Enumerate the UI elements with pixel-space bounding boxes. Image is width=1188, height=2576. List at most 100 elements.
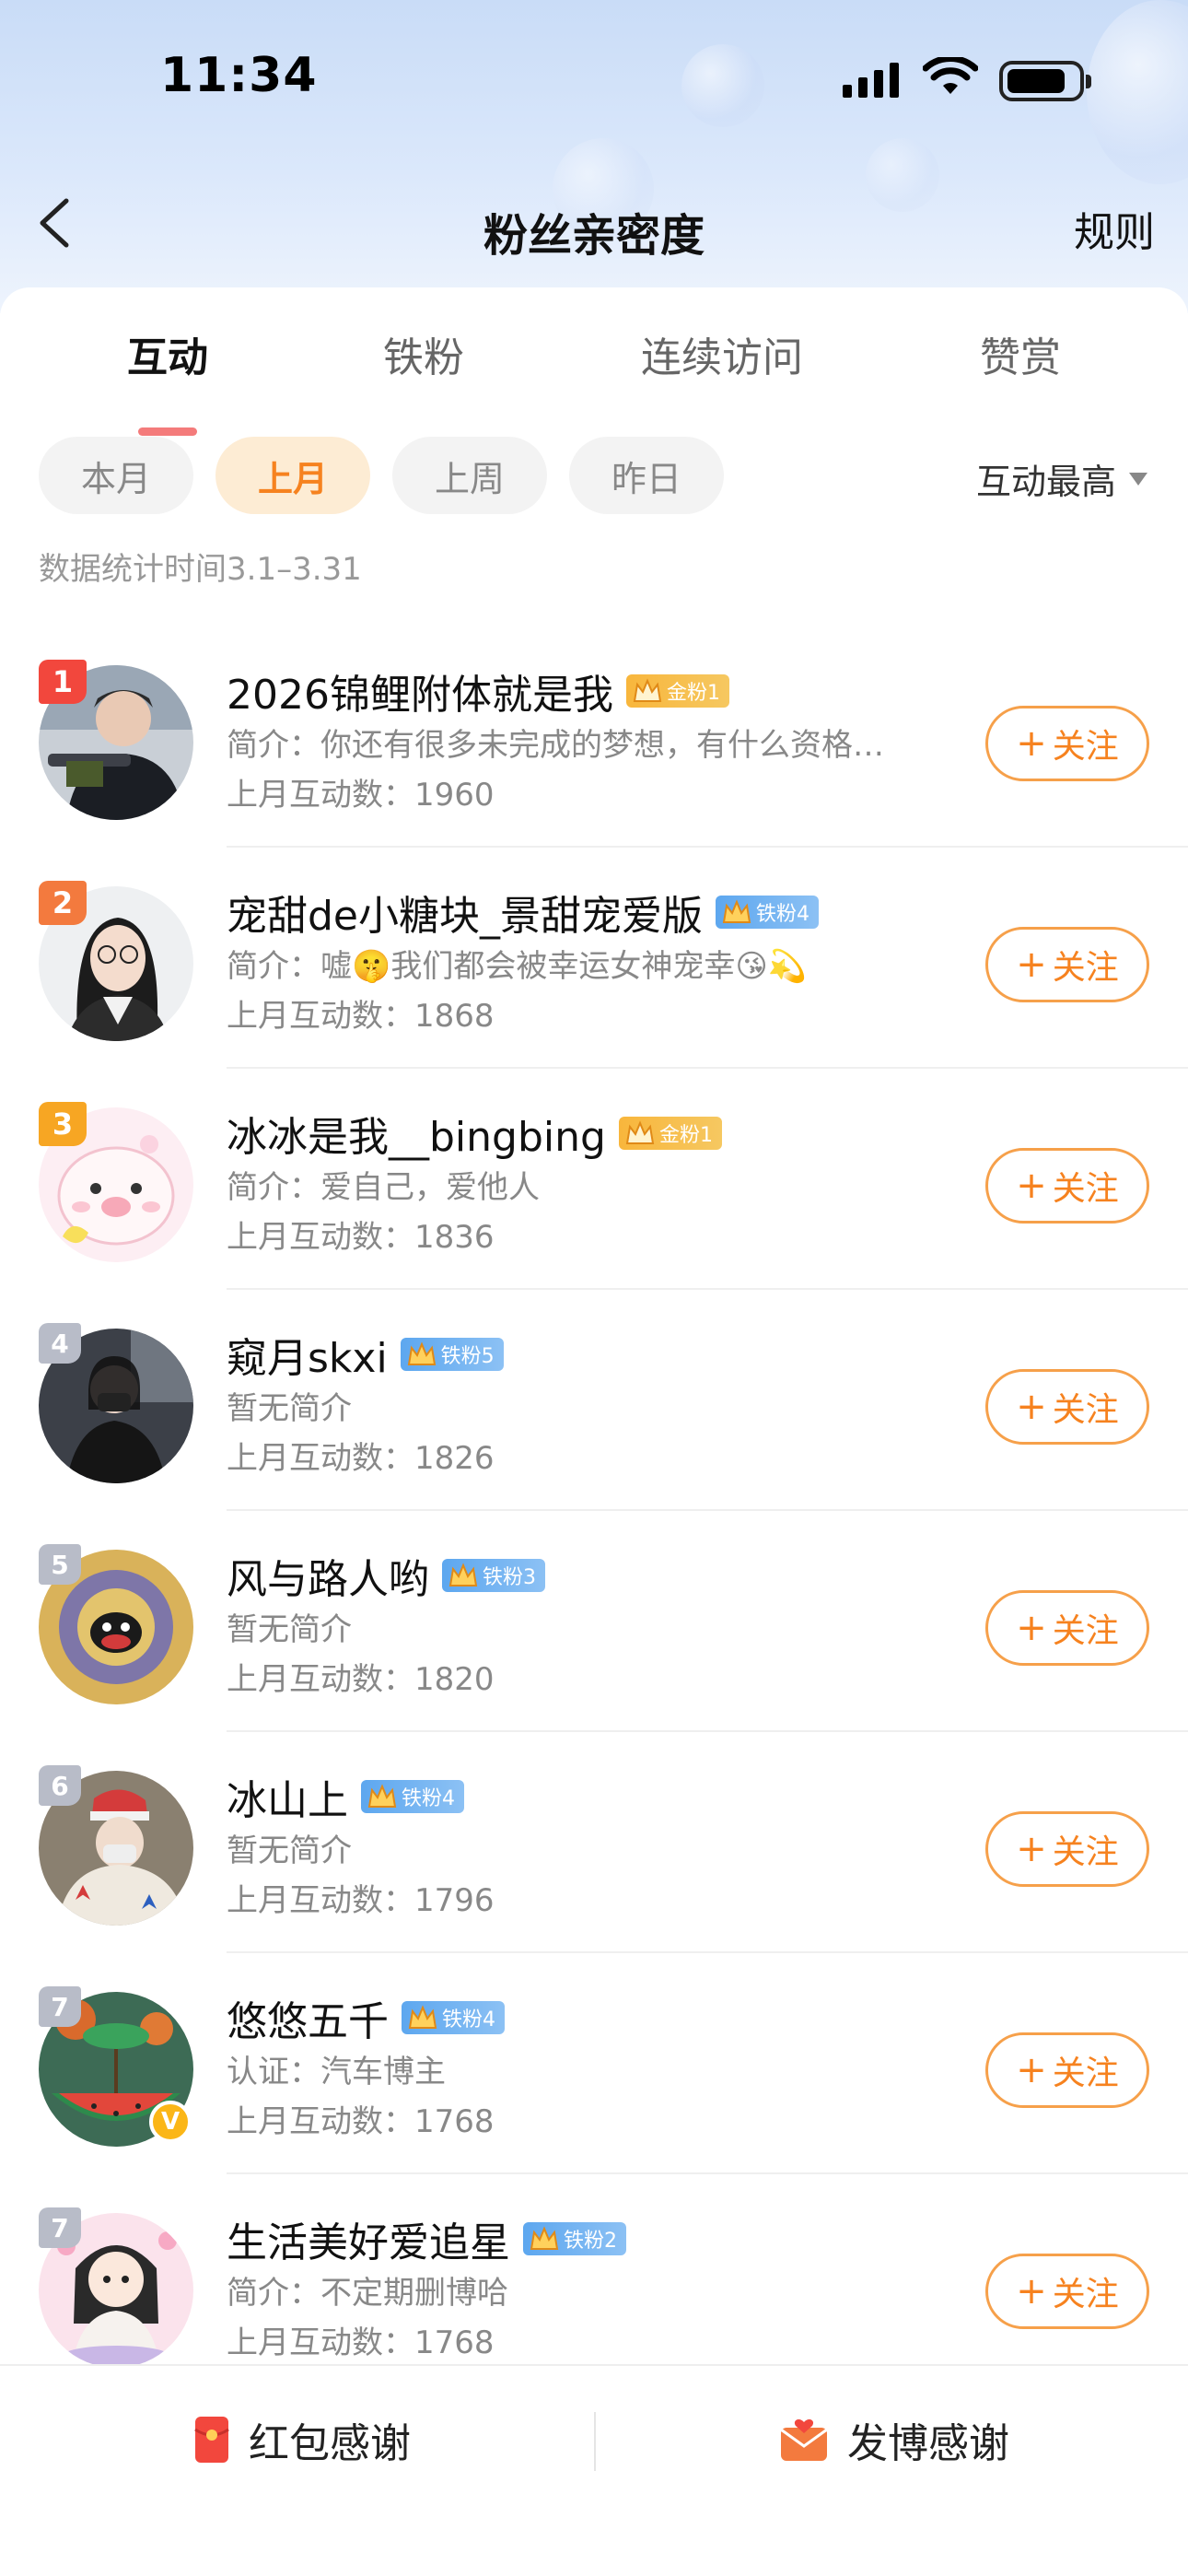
fan-name[interactable]: 2026锦鲤附体就是我 bbox=[227, 662, 613, 720]
badge-label: 金粉1 bbox=[666, 682, 720, 705]
wifi-icon bbox=[923, 57, 978, 94]
fan-intro: 认证：汽车博主 bbox=[227, 2054, 446, 2090]
fan-level-badge: 铁粉4 bbox=[716, 896, 819, 929]
red-envelope-thanks-button[interactable]: 红包感谢 bbox=[193, 2410, 411, 2469]
tab-iron-fans[interactable]: 铁粉 bbox=[383, 324, 464, 383]
list-item[interactable]: 5 风与路人哟 铁粉3 暂无简介 上月互动数：1820 + 关注 bbox=[0, 1511, 1188, 1732]
name-line: 冰山上 铁粉4 bbox=[227, 1767, 945, 1826]
post-thanks-label: 发博感谢 bbox=[847, 2420, 1009, 2467]
fan-intro: 暂无简介 bbox=[227, 1611, 352, 1648]
plus-icon: + bbox=[1016, 1607, 1047, 1649]
follow-button[interactable]: + 关注 bbox=[985, 706, 1149, 781]
list-item[interactable]: 1 2026锦鲤附体就是我 金粉1 简介：你还有很多未完成的梦想，有什么资格… … bbox=[0, 626, 1188, 848]
crown-icon bbox=[448, 1563, 478, 1587]
follow-label: 关注 bbox=[1052, 728, 1119, 766]
fan-info: 悠悠五千 铁粉4 认证：汽车博主 上月互动数：1768 bbox=[227, 1988, 945, 2147]
fan-info: 冰冰是我__bingbing 金粉1 简介：爱自己，爱他人 上月互动数：1836 bbox=[227, 1104, 945, 1262]
plus-icon: + bbox=[1016, 2049, 1047, 2091]
rank-badge: 7 bbox=[39, 1986, 81, 2027]
crown-icon bbox=[408, 2005, 437, 2029]
filter-this-month[interactable]: 本月 bbox=[39, 437, 193, 514]
fan-name[interactable]: 生活美好爱追星 bbox=[227, 2209, 510, 2268]
list-item[interactable]: 2 宠甜de小糖块_景甜宠爱版 铁粉4 简介：嘘🤫我们都会被幸运女神宠幸😘💫 上… bbox=[0, 848, 1188, 1069]
fan-list: 1 2026锦鲤附体就是我 金粉1 简介：你还有很多未完成的梦想，有什么资格… … bbox=[0, 626, 1188, 2395]
interaction-count: 上月互动数：1768 bbox=[227, 2103, 495, 2140]
follow-button[interactable]: + 关注 bbox=[985, 1590, 1149, 1666]
crown-icon bbox=[407, 1341, 436, 1365]
plus-icon: + bbox=[1016, 1828, 1047, 1870]
time-filter-group: 本月 上月 上周 昨日 bbox=[39, 437, 724, 516]
fan-level-badge: 金粉1 bbox=[625, 674, 729, 708]
plus-icon: + bbox=[1016, 943, 1047, 986]
tab-interaction[interactable]: 互动 bbox=[127, 324, 208, 383]
list-item[interactable]: 4 窥月skxi 铁粉5 暂无简介 上月互动数：1826 + 关注 bbox=[0, 1290, 1188, 1511]
tab-continuous-visits[interactable]: 连续访问 bbox=[641, 324, 803, 383]
tab-active-indicator bbox=[138, 427, 197, 436]
status-bar: 11:34 bbox=[0, 0, 1188, 157]
follow-label: 关注 bbox=[1052, 1612, 1119, 1650]
badge-label: 铁粉5 bbox=[440, 1345, 495, 1368]
filter-yesterday[interactable]: 昨日 bbox=[569, 437, 724, 514]
filter-last-month[interactable]: 上月 bbox=[215, 437, 370, 514]
battery-icon bbox=[999, 61, 1091, 101]
follow-button[interactable]: + 关注 bbox=[985, 2032, 1149, 2108]
fan-name[interactable]: 宠甜de小糖块_景甜宠爱版 bbox=[227, 883, 703, 942]
fan-info: 生活美好爱追星 铁粉2 简介：不定期删博哈 上月互动数：1768 bbox=[227, 2209, 945, 2368]
fan-intro: 暂无简介 bbox=[227, 1390, 352, 1427]
filter-last-week[interactable]: 上周 bbox=[392, 437, 547, 514]
fan-name[interactable]: 风与路人哟 bbox=[227, 1546, 429, 1605]
rules-link[interactable]: 规则 bbox=[1074, 199, 1155, 258]
follow-button[interactable]: + 关注 bbox=[985, 1369, 1149, 1445]
interaction-count: 上月互动数：1796 bbox=[227, 1882, 495, 1919]
name-line: 生活美好爱追星 铁粉2 bbox=[227, 2209, 945, 2268]
tab-rewards[interactable]: 赞赏 bbox=[980, 324, 1061, 383]
rank-badge: 7 bbox=[39, 2207, 81, 2248]
name-line: 悠悠五千 铁粉4 bbox=[227, 1988, 945, 2047]
follow-button[interactable]: + 关注 bbox=[985, 2254, 1149, 2329]
fan-name[interactable]: 悠悠五千 bbox=[227, 1988, 389, 2047]
name-line: 宠甜de小糖块_景甜宠爱版 铁粉4 bbox=[227, 883, 945, 942]
fan-info: 风与路人哟 铁粉3 暂无简介 上月互动数：1820 bbox=[227, 1546, 945, 1704]
rank-badge: 3 bbox=[39, 1102, 87, 1146]
fan-intro: 暂无简介 bbox=[227, 1832, 352, 1869]
follow-label: 关注 bbox=[1052, 949, 1119, 987]
fan-info: 冰山上 铁粉4 暂无简介 上月互动数：1796 bbox=[227, 1767, 945, 1926]
interaction-count: 上月互动数：1868 bbox=[227, 998, 495, 1035]
fan-name[interactable]: 冰冰是我__bingbing bbox=[227, 1104, 606, 1163]
list-item[interactable]: 7 V 悠悠五千 铁粉4 认证：汽车博主 上月互动数：1768 + 关注 bbox=[0, 1953, 1188, 2174]
date-range-text: 数据统计时间3.1–3.31 bbox=[39, 551, 362, 588]
follow-label: 关注 bbox=[1052, 1391, 1119, 1429]
sort-dropdown[interactable]: 互动最高 bbox=[976, 453, 1147, 504]
badge-label: 铁粉4 bbox=[442, 2008, 495, 2032]
crown-icon bbox=[722, 899, 751, 923]
badge-label: 金粉1 bbox=[658, 1124, 713, 1147]
post-thanks-button[interactable]: 发博感谢 bbox=[779, 2410, 1009, 2469]
fan-intro: 简介：不定期删博哈 bbox=[227, 2275, 508, 2312]
red-envelope-icon bbox=[194, 2417, 229, 2463]
fan-info: 窥月skxi 铁粉5 暂无简介 上月互动数：1826 bbox=[227, 1325, 945, 1483]
follow-button[interactable]: + 关注 bbox=[985, 1148, 1149, 1224]
fan-intro: 简介：爱自己，爱他人 bbox=[227, 1169, 540, 1206]
divider bbox=[594, 2412, 596, 2471]
interaction-count: 上月互动数：1820 bbox=[227, 1661, 495, 1698]
interaction-count: 上月互动数：1960 bbox=[227, 777, 495, 814]
post-thanks-icon bbox=[780, 2419, 828, 2461]
fan-level-badge: 铁粉4 bbox=[361, 1780, 464, 1813]
fan-level-badge: 铁粉5 bbox=[400, 1338, 504, 1371]
fan-level-badge: 铁粉3 bbox=[442, 1559, 545, 1592]
list-item[interactable]: 6 冰山上 铁粉4 暂无简介 上月互动数：1796 + 关注 bbox=[0, 1732, 1188, 1953]
tab-bar: 互动 铁粉 连续访问 赞赏 bbox=[0, 324, 1188, 436]
interaction-count: 上月互动数：1826 bbox=[227, 1440, 495, 1477]
fan-name[interactable]: 窥月skxi bbox=[227, 1325, 388, 1384]
plus-icon: + bbox=[1016, 1386, 1047, 1428]
fan-name[interactable]: 冰山上 bbox=[227, 1767, 348, 1826]
list-item[interactable]: 7 生活美好爱追星 铁粉2 简介：不定期删博哈 上月互动数：1768 + 关注 bbox=[0, 2174, 1188, 2395]
list-item[interactable]: 3 冰冰是我__bingbing 金粉1 简介：爱自己，爱他人 上月互动数：18… bbox=[0, 1069, 1188, 1290]
badge-label: 铁粉4 bbox=[402, 1787, 455, 1810]
follow-button[interactable]: + 关注 bbox=[985, 1811, 1149, 1887]
follow-button[interactable]: + 关注 bbox=[985, 927, 1149, 1002]
badge-label: 铁粉3 bbox=[483, 1566, 536, 1589]
content-sheet: 互动 铁粉 连续访问 赞赏 本月 上月 上周 昨日 互动最高 数据统计时间3.1… bbox=[0, 287, 1188, 2576]
plus-icon: + bbox=[1016, 2270, 1047, 2313]
fan-info: 2026锦鲤附体就是我 金粉1 简介：你还有很多未完成的梦想，有什么资格… 上月… bbox=[227, 662, 945, 820]
